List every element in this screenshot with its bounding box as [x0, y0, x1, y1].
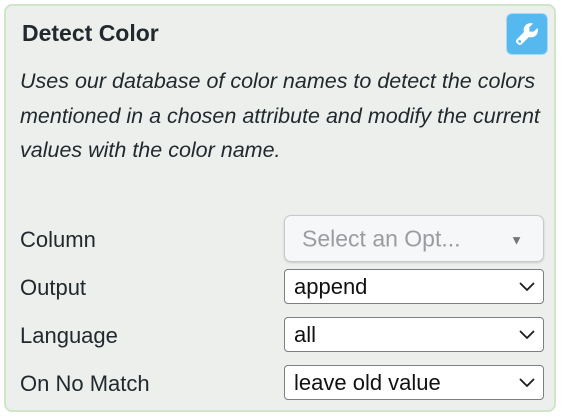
language-select[interactable]: all — [284, 317, 544, 352]
chevron-down-icon — [519, 282, 535, 291]
language-label: Language — [20, 323, 118, 348]
column-label: Column — [20, 227, 96, 252]
settings-button[interactable] — [506, 13, 548, 55]
no-match-label: On No Match — [20, 371, 150, 396]
triangle-down-icon: ▼ — [510, 231, 523, 247]
wrench-icon — [514, 21, 540, 47]
column-select[interactable]: Select an Opt... ▼ — [284, 215, 544, 262]
language-select-value: all — [294, 321, 317, 347]
panel-description: Uses our database of color names to dete… — [20, 69, 540, 162]
no-match-select-value: leave old value — [294, 369, 441, 395]
panel-title: Detect Color — [22, 20, 159, 46]
no-match-select[interactable]: leave old value — [284, 365, 544, 400]
detect-color-panel: Detect Color Uses our database of color … — [4, 4, 556, 412]
output-select-value: append — [294, 273, 368, 299]
chevron-down-icon — [519, 378, 535, 387]
output-label: Output — [20, 275, 87, 300]
chevron-down-icon — [519, 330, 535, 339]
column-select-placeholder: Select an Opt... — [302, 225, 461, 251]
output-select[interactable]: append — [284, 269, 544, 304]
